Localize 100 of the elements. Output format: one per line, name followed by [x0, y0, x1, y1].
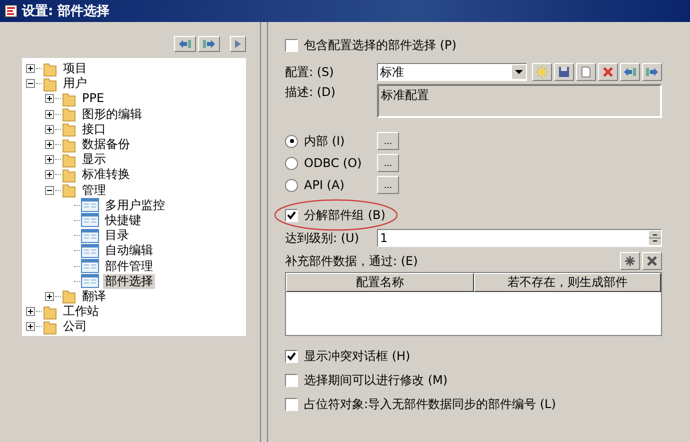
delete-button[interactable]	[598, 63, 618, 81]
tree-item[interactable]: 接口	[80, 122, 108, 137]
add-button[interactable]	[620, 252, 640, 270]
save-button[interactable]	[554, 63, 574, 81]
folder-icon	[43, 318, 57, 335]
radio-label: 内部 (I)	[304, 132, 345, 150]
tree-item[interactable]: 标准转换	[80, 167, 132, 182]
expander-icon[interactable]	[26, 322, 35, 332]
expander-icon[interactable]	[45, 155, 54, 164]
folder-icon	[62, 90, 76, 107]
tree-item[interactable]: 项目	[61, 61, 89, 76]
expander-icon[interactable]	[45, 110, 54, 119]
move-right-button[interactable]	[198, 36, 220, 52]
column-header[interactable]: 配置名称	[286, 273, 474, 292]
browse-button[interactable]: ...	[377, 176, 399, 194]
tree-item[interactable]: 自动编辑	[103, 243, 155, 258]
page-icon	[81, 244, 99, 258]
checkbox-label: 占位符对象:导入无部件数据同步的部件编号 (L)	[304, 396, 556, 412]
tree-item[interactable]: 工作站	[61, 304, 101, 320]
radio-button[interactable]	[285, 156, 298, 170]
checkbox-label: 分解部件组 (B)	[304, 206, 386, 224]
folder-icon	[62, 152, 76, 168]
tree-item[interactable]: 翻译	[80, 288, 108, 304]
checkbox[interactable]	[285, 374, 298, 386]
expander-icon[interactable]	[45, 170, 54, 180]
checkbox[interactable]	[285, 38, 298, 52]
spinner-icon	[649, 231, 661, 245]
page-icon	[81, 228, 99, 243]
window-title: 设置: 部件选择	[22, 2, 110, 20]
config-dropdown[interactable]: 标准	[377, 63, 527, 81]
tree-item[interactable]: 目录	[103, 228, 131, 244]
copy-button[interactable]	[576, 63, 596, 81]
arrow-left-icon	[623, 67, 637, 77]
folder-icon	[43, 76, 57, 92]
page-icon	[81, 198, 99, 212]
arrow-left-icon	[178, 39, 192, 49]
checkbox-label: 选择期间可以进行修改 (M)	[304, 372, 448, 388]
expander-icon[interactable]	[45, 94, 54, 104]
expander-icon[interactable]	[45, 140, 54, 150]
tree-item[interactable]: 管理	[80, 182, 108, 198]
folder-icon	[62, 121, 76, 138]
folder-icon	[62, 106, 76, 122]
expander-icon[interactable]	[45, 186, 54, 195]
save-icon	[558, 66, 570, 78]
radio-label: ODBC (O)	[304, 156, 362, 170]
tree-item[interactable]: 快捷键	[103, 212, 143, 228]
expander-icon[interactable]	[45, 292, 54, 301]
app-icon	[4, 4, 18, 18]
supplement-label: 补充部件数据，通过: (E)	[285, 252, 418, 270]
description-field[interactable]: 标准配置	[377, 84, 662, 118]
splitter[interactable]	[260, 22, 268, 442]
expander-icon[interactable]	[45, 124, 54, 134]
tree-item[interactable]: 部件选择	[103, 274, 155, 289]
play-icon	[234, 39, 242, 49]
folder-icon	[62, 288, 76, 304]
import-button[interactable]	[620, 63, 640, 81]
delete-icon	[646, 255, 658, 267]
folder-icon	[62, 182, 76, 198]
export-button[interactable]	[642, 63, 662, 81]
page-icon	[81, 274, 99, 288]
folder-icon	[43, 60, 57, 77]
tree-item[interactable]: 部件管理	[103, 258, 155, 274]
tree-item[interactable]: 用户	[61, 76, 89, 92]
level-field[interactable]: 1	[377, 229, 662, 247]
tree-item[interactable]: PPE	[80, 91, 106, 106]
browse-button[interactable]: ...	[377, 132, 399, 150]
page-icon	[81, 259, 99, 274]
checkbox[interactable]	[285, 398, 298, 410]
move-left-button[interactable]	[174, 36, 196, 52]
folder-icon	[43, 304, 57, 320]
page-icon	[81, 213, 99, 228]
level-label: 达到级别: (U)	[285, 230, 360, 246]
arrow-right-icon	[645, 67, 659, 77]
checkbox[interactable]	[285, 350, 298, 362]
radio-button[interactable]	[285, 134, 298, 148]
column-header[interactable]: 若不存在，则生成部件	[474, 273, 661, 292]
browse-button[interactable]: ...	[377, 154, 399, 172]
expander-icon[interactable]	[26, 79, 35, 88]
tree-item[interactable]: 多用户监控	[103, 198, 167, 213]
expander-icon[interactable]	[26, 307, 35, 316]
expander-icon[interactable]	[26, 64, 35, 74]
checkbox-label: 包含配置选择的部件选择 (P)	[304, 36, 456, 54]
remove-button[interactable]	[642, 252, 662, 270]
tree-item[interactable]: 公司	[61, 319, 89, 334]
folder-icon	[62, 166, 76, 183]
asterisk-icon	[624, 255, 636, 267]
radio-label: API (A)	[304, 178, 344, 192]
config-label: 配置: (S)	[285, 64, 335, 80]
sun-icon	[536, 66, 548, 78]
folder-icon	[62, 136, 76, 153]
tree-item[interactable]: 数据备份	[80, 137, 132, 152]
checkbox[interactable]	[285, 208, 298, 222]
tree-item[interactable]: 显示	[80, 152, 108, 168]
delete-icon	[602, 66, 614, 78]
description-label: 描述: (D)	[285, 84, 336, 101]
play-button[interactable]	[230, 36, 246, 52]
radio-button[interactable]	[285, 178, 298, 192]
new-button[interactable]	[532, 63, 552, 81]
checkbox-label: 显示冲突对话框 (H)	[304, 348, 410, 364]
tree-item[interactable]: 图形的编辑	[80, 106, 144, 122]
